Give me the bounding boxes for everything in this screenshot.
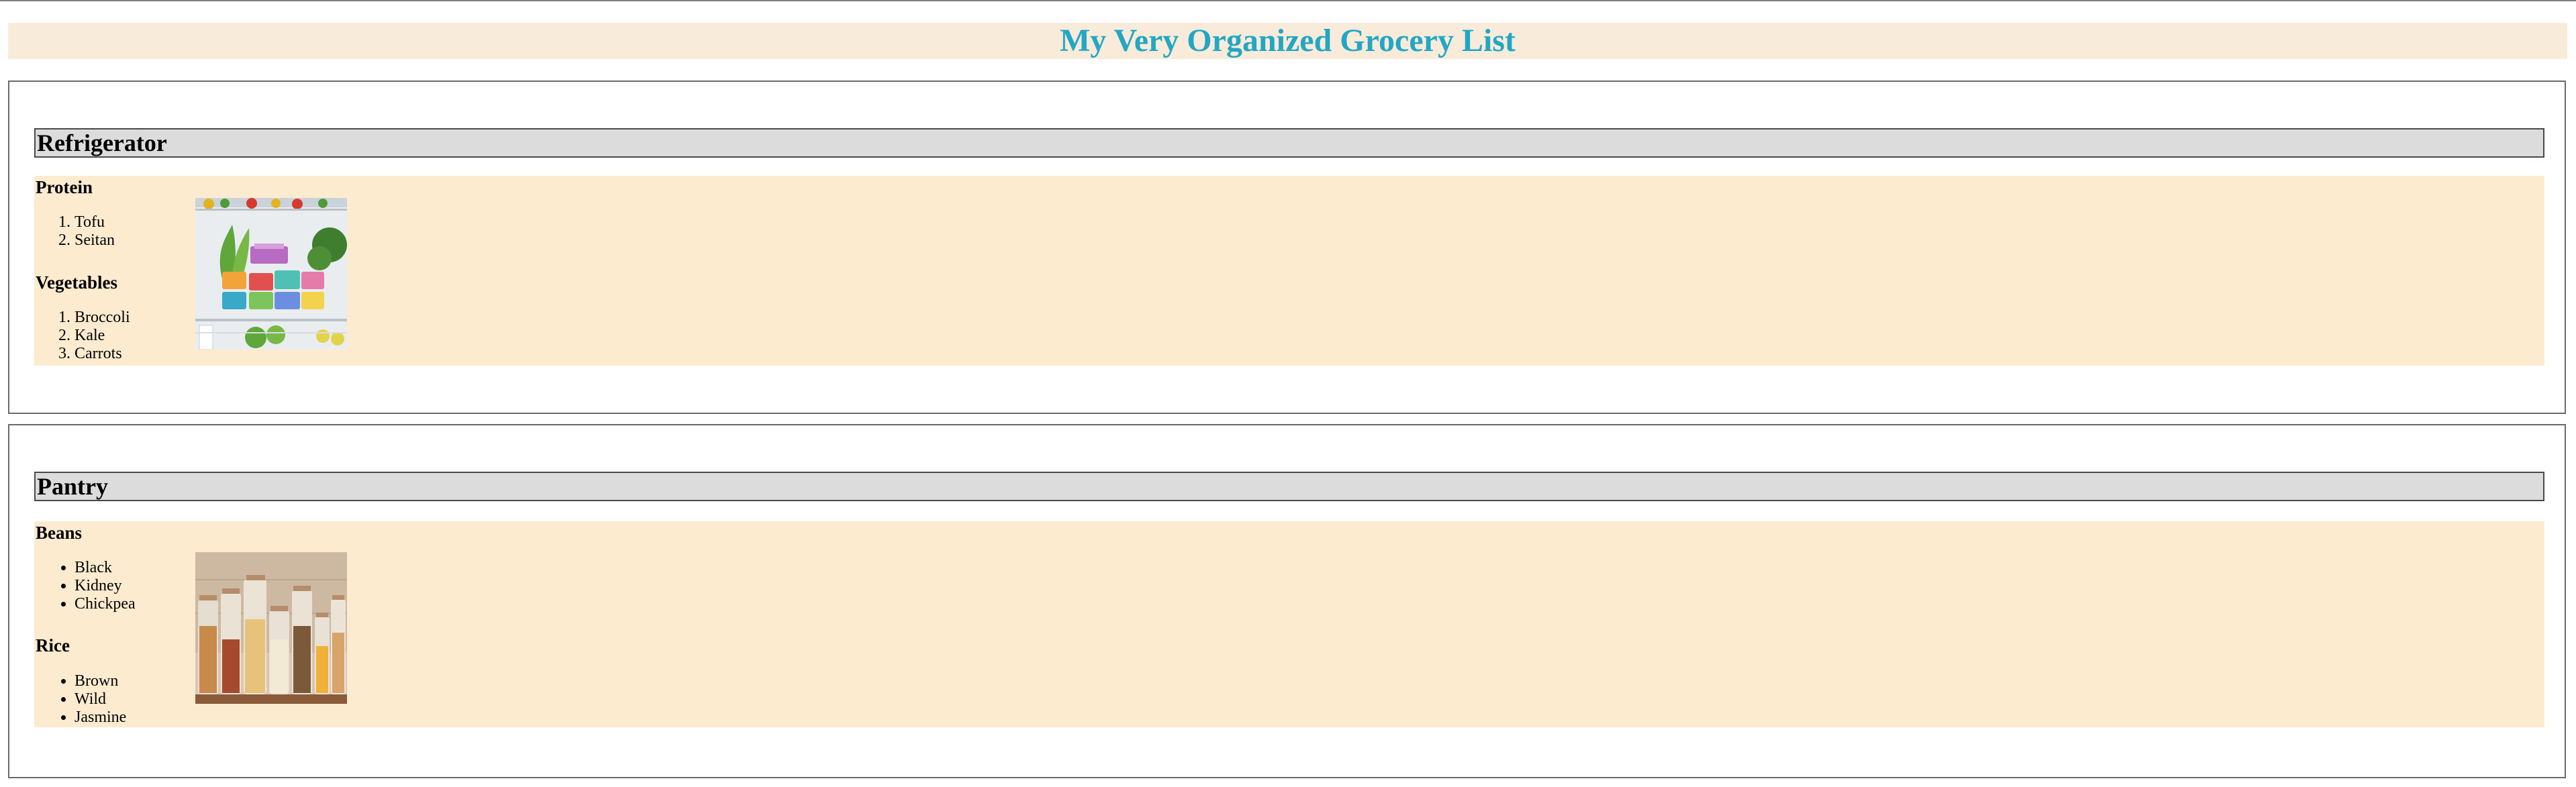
list-item: Wild <box>75 690 126 709</box>
group-heading-protein: Protein <box>36 177 93 197</box>
list-item: Chickpea <box>75 595 136 613</box>
protein-list: Tofu Seitan <box>36 213 115 250</box>
list-item: Black <box>75 559 136 577</box>
list-item: Kale <box>75 327 130 345</box>
refrigerator-content: Protein Tofu Seitan Vegetables Broccoli … <box>34 176 2544 366</box>
list-item: Broccoli <box>75 309 130 327</box>
beans-list: Black Kidney Chickpea <box>36 559 136 613</box>
section-refrigerator: Refrigerator Protein Tofu Seitan Vegetab… <box>8 81 2566 414</box>
list-item: Carrots <box>75 345 130 363</box>
vegetables-list: Broccoli Kale Carrots <box>36 309 130 363</box>
group-heading-vegetables: Vegetables <box>36 272 117 293</box>
top-divider <box>0 0 2576 1</box>
page-title: My Very Organized Grocery List <box>1060 23 1516 58</box>
pantry-photo <box>195 552 347 704</box>
section-pantry: Pantry Beans Black Kidney Chickpea Rice … <box>8 424 2566 778</box>
rice-list: Brown Wild Jasmine <box>36 672 126 727</box>
list-item: Kidney <box>75 577 136 595</box>
list-item: Jasmine <box>75 709 126 727</box>
group-heading-rice: Rice <box>36 635 70 655</box>
list-item: Seitan <box>75 231 115 250</box>
section-heading-pantry: Pantry <box>34 472 2544 501</box>
list-item: Brown <box>75 672 126 690</box>
pantry-content: Beans Black Kidney Chickpea Rice Brown W… <box>34 521 2544 727</box>
group-heading-beans: Beans <box>36 523 83 543</box>
section-heading-refrigerator: Refrigerator <box>34 128 2544 158</box>
page-header: My Very Organized Grocery List <box>8 23 2567 59</box>
list-item: Tofu <box>75 213 115 231</box>
refrigerator-photo <box>195 198 347 350</box>
